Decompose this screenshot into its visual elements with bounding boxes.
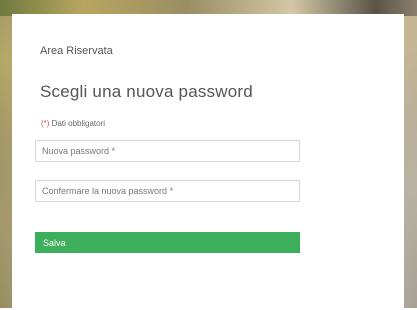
- save-button[interactable]: Salva: [35, 232, 300, 253]
- section-label: Area Riservata: [40, 45, 113, 57]
- confirm-password-input[interactable]: [35, 180, 300, 202]
- required-fields-text: Dati obbligatori: [49, 119, 106, 128]
- required-fields-note: (*) Dati obbligatori: [41, 119, 105, 128]
- new-password-input[interactable]: [35, 140, 300, 162]
- password-reset-card: Area Riservata Scegli una nuova password…: [12, 14, 404, 310]
- page-title: Scegli una nuova password: [40, 82, 253, 101]
